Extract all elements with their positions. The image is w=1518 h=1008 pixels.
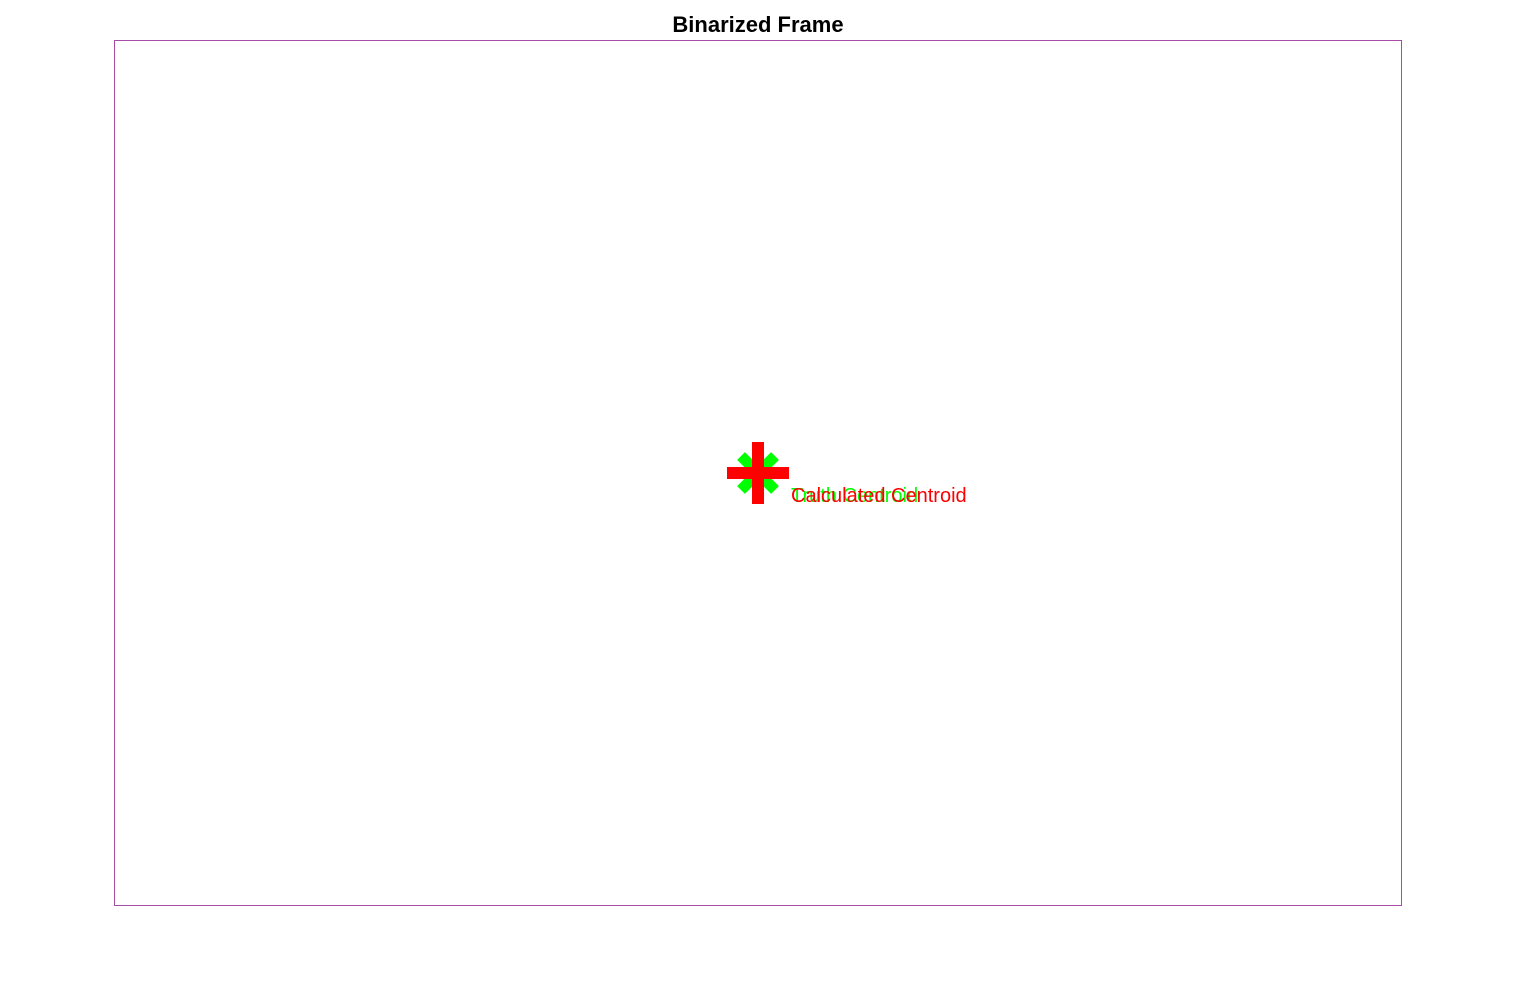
figure: Binarized Frame Truth CentroidCalculated… [114,12,1402,906]
chart-title: Binarized Frame [672,12,843,37]
calculated-centroid-label: Calculated Centroid [791,485,967,507]
